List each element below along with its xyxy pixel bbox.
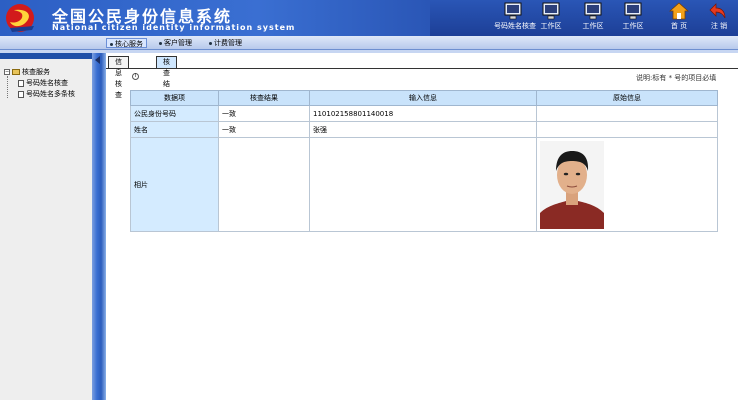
document-icon [18,90,24,98]
bullet-icon [110,42,113,46]
menu-label: 核心服务 [115,40,143,48]
button-label: 工作区 [582,22,604,30]
button-label: 注 销 [710,22,728,30]
result-cell: 一致 [218,105,310,122]
result-cell: 一致 [218,121,310,138]
tree-line [7,76,8,98]
collapse-toggle-icon[interactable]: − [4,69,10,75]
monitor-icon [624,2,642,20]
document-icon [18,79,24,87]
data-item-cell: 公民身份号码 [130,105,219,122]
sidebar-top-bar [0,53,92,59]
button-label: 工作区 [622,22,644,30]
workspace-button-3[interactable]: 工作区 [614,1,652,36]
button-label: 首 页 [670,22,688,30]
tree-root-verification-service[interactable]: − 核查服务 [4,68,50,77]
logout-icon [709,3,726,19]
original-cell [536,137,718,232]
tab-underline [106,68,738,69]
menu-label: 客户管理 [164,39,192,47]
collapse-arrow-icon[interactable] [95,56,100,64]
tab-info-check[interactable]: 信息核查 [108,56,129,99]
id-name-check-button[interactable]: 号码姓名核查 [494,1,536,36]
folder-icon [12,69,20,75]
app-header: 全国公民身份信息系统 National citizen identity inf… [0,0,738,36]
required-note: 说明:标有 * 号的项目必填 [636,74,717,82]
table-row: 姓名 一致 张强 [130,121,718,138]
column-header: 输入信息 [309,90,537,106]
input-cell: 110102158801140018 [309,105,537,122]
emblem-logo-icon [6,4,34,32]
tab-check-result[interactable]: 核查结果 [156,56,177,99]
monitor-icon [504,2,522,20]
tree-item-label: 号码姓名多条核 [26,90,75,98]
logout-button[interactable]: 注 销 [700,1,738,36]
table-row: 公民身份号码 一致 110102158801140018 [130,105,718,122]
id-photo [540,140,604,229]
column-header: 数据项 [130,90,219,106]
bullet-icon [209,41,212,45]
result-table: 数据项 核查结果 输入信息 原始信息 公民身份号码 一致 11010215880… [130,90,718,232]
original-cell [536,121,718,138]
menu-billing-management[interactable]: 计费管理 [206,38,245,48]
column-header: 核查结果 [218,90,310,106]
tree-item-id-name-batch-check[interactable]: 号码姓名多条核 [16,90,75,99]
tree-root-label: 核查服务 [22,68,50,76]
menu-label: 计费管理 [214,39,242,47]
original-cell [536,105,718,122]
workspace-button-2[interactable]: 工作区 [574,1,612,36]
button-label: 号码姓名核查 [494,22,536,30]
result-cell [218,137,310,232]
column-header: 原始信息 [536,90,718,106]
menu-customer-management[interactable]: 客户管理 [156,38,195,48]
input-cell [309,137,537,232]
data-item-cell: 姓名 [130,121,219,138]
monitor-icon [584,2,602,20]
bullet-icon [159,41,162,45]
sidebar-collapse-handle[interactable] [92,53,106,400]
main-menu-bar: 核心服务 客户管理 计费管理 [0,36,738,50]
tree-item-id-name-check[interactable]: 号码姓名核查 [16,79,68,88]
table-header-row: 数据项 核查结果 输入信息 原始信息 [130,90,718,106]
tree-item-label: 号码姓名核查 [26,79,68,87]
input-cell: 张强 [309,121,537,138]
monitor-icon [542,2,560,20]
button-label: 工作区 [540,22,562,30]
home-button[interactable]: 首 页 [660,1,698,36]
data-item-cell: 相片 [130,137,219,232]
info-icon: i [132,73,139,80]
home-icon [668,2,690,20]
sidebar [0,53,92,400]
menu-core-services[interactable]: 核心服务 [106,38,147,48]
workspace-button-1[interactable]: 工作区 [532,1,570,36]
table-row: 相片 [130,137,718,232]
app-subtitle: National citizen identity information sy… [52,23,296,32]
